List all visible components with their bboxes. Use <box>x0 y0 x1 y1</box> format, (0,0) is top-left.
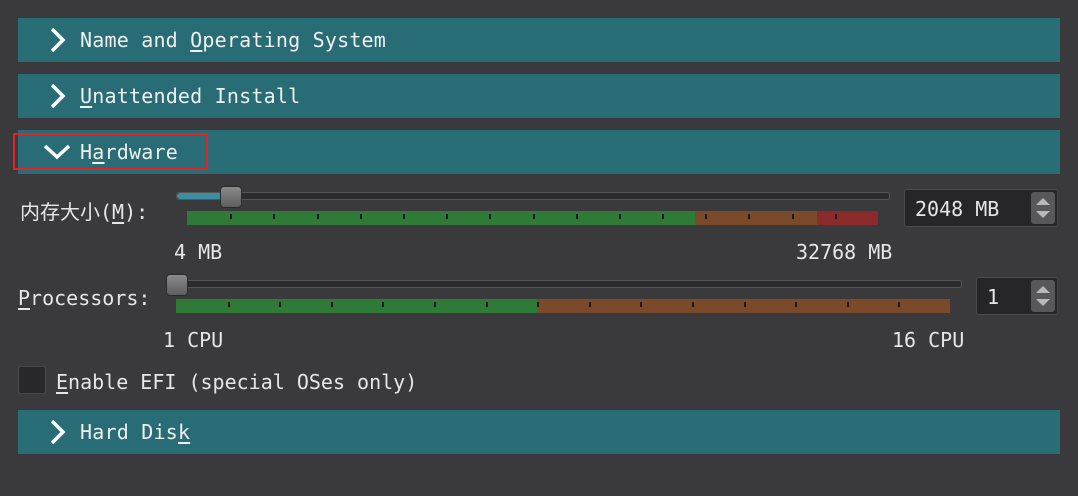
meter-segment-safe <box>176 299 537 313</box>
meter-segment-warning <box>695 211 817 225</box>
processors-label: Processors: <box>18 286 151 310</box>
section-title: Unattended Install <box>80 84 301 108</box>
section-unattended-install[interactable]: Unattended Install <box>18 74 1060 118</box>
meter-tick <box>486 302 488 307</box>
meter-tick <box>898 302 900 307</box>
memory-slider-handle[interactable] <box>220 186 242 208</box>
chevron-right-icon <box>42 417 72 447</box>
processors-meter <box>176 299 950 313</box>
processors-min-label: 1 CPU <box>163 328 224 352</box>
meter-tick <box>228 302 230 307</box>
meter-tick <box>589 302 591 307</box>
spin-up-icon <box>1036 198 1050 205</box>
memory-value: 2048 MB <box>915 197 1000 221</box>
processors-value: 1 <box>987 285 1000 309</box>
meter-tick <box>619 214 621 219</box>
meter-tick <box>537 302 539 307</box>
memory-label: 内存大小(M): <box>20 200 149 224</box>
meter-tick <box>489 214 491 219</box>
spin-up-icon <box>1036 286 1050 293</box>
meter-tick <box>835 214 837 219</box>
enable-efi-checkbox[interactable] <box>18 366 46 394</box>
meter-segment-danger <box>817 211 878 225</box>
spin-arrows[interactable] <box>1031 192 1055 224</box>
highlight-box <box>13 133 208 170</box>
meter-tick <box>692 302 694 307</box>
spin-arrows[interactable] <box>1031 280 1055 312</box>
meter-tick <box>640 302 642 307</box>
meter-tick <box>792 214 794 219</box>
meter-tick <box>748 214 750 219</box>
meter-tick <box>576 214 578 219</box>
memory-slider-track[interactable] <box>176 192 890 200</box>
memory-max-label: 32768 MB <box>796 240 893 264</box>
chevron-right-icon <box>42 25 72 55</box>
meter-tick <box>279 302 281 307</box>
processors-max-label: 16 CPU <box>892 328 965 352</box>
meter-tick <box>795 302 797 307</box>
meter-tick <box>230 214 232 219</box>
enable-efi-label[interactable]: Enable EFI (special OSes only) <box>56 370 417 394</box>
meter-tick <box>434 302 436 307</box>
section-name-os[interactable]: Name and Operating System <box>18 18 1060 62</box>
memory-min-label: 4 MB <box>174 240 223 264</box>
spin-down-icon <box>1036 299 1050 306</box>
processors-slider-handle[interactable] <box>166 274 188 296</box>
meter-tick <box>446 214 448 219</box>
meter-tick <box>744 302 746 307</box>
meter-tick <box>403 214 405 219</box>
meter-tick <box>662 214 664 219</box>
chevron-right-icon <box>42 81 72 111</box>
meter-tick <box>847 302 849 307</box>
meter-tick <box>331 302 333 307</box>
memory-spinbox[interactable]: 2048 MB <box>904 189 1058 227</box>
section-hard-disk[interactable]: Hard Disk <box>18 410 1060 454</box>
meter-tick <box>533 214 535 219</box>
spin-down-icon <box>1036 211 1050 218</box>
section-title: Name and Operating System <box>80 28 387 52</box>
meter-tick <box>360 214 362 219</box>
meter-tick <box>382 302 384 307</box>
processors-spinbox[interactable]: 1 <box>976 277 1058 315</box>
section-title: Hard Disk <box>80 420 191 444</box>
processors-slider-track[interactable] <box>166 280 962 288</box>
meter-tick <box>273 214 275 219</box>
meter-tick <box>705 214 707 219</box>
meter-tick <box>317 214 319 219</box>
